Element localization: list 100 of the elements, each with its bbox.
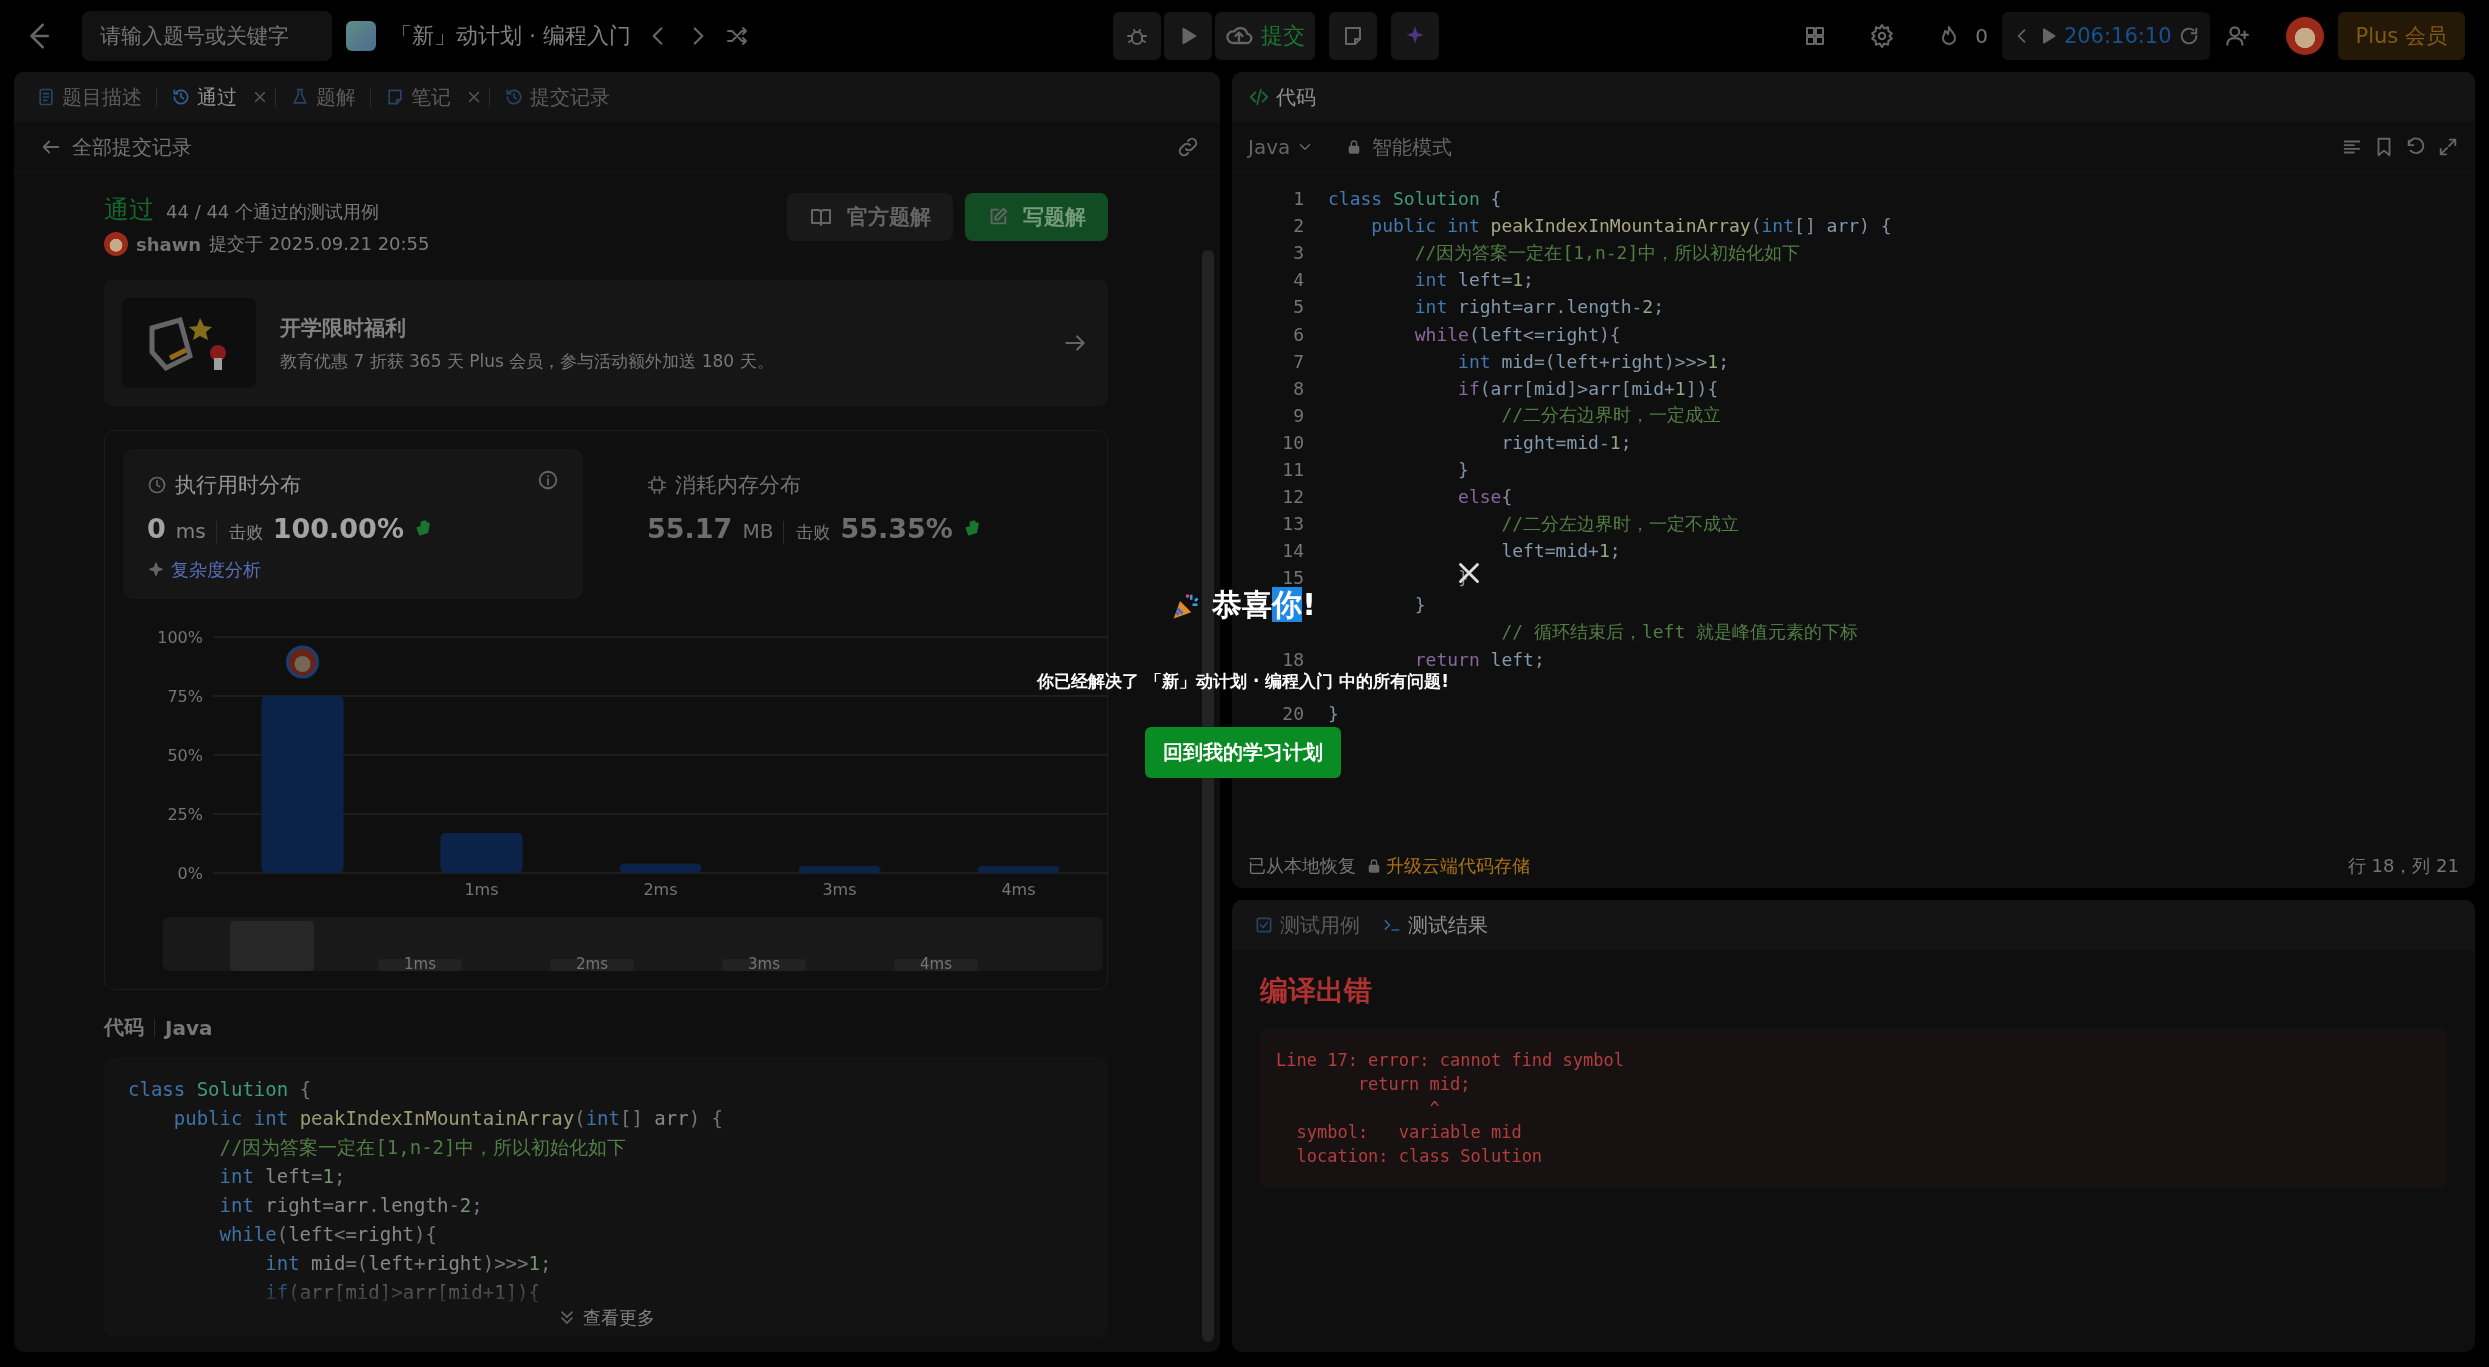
search-field[interactable]: 请输入题号或关键字	[82, 11, 332, 61]
code-line: return left;	[1413, 648, 1545, 670]
beats-value: 100.00%	[272, 513, 404, 544]
code-line: int right=arr.length-2;	[1413, 296, 1664, 318]
axis-label: 2ms	[576, 955, 608, 971]
line-number: 4	[1292, 269, 1304, 291]
stat-unit: ms	[175, 519, 206, 543]
code-line: int mid=(left+right)>>>1;	[1457, 350, 1730, 372]
error-output: Line 17: error: cannot find symbol return mid; ^ symbol: variable mid location: class Solution	[1260, 1028, 2447, 1188]
axis-label: 25%	[167, 805, 203, 824]
line-number: 13	[1281, 513, 1304, 535]
line-number: 15	[1281, 567, 1304, 589]
stat-title: 执行用时分布	[175, 472, 301, 499]
code-line: // 循环结束后，left 就是峰值元素的下标	[1500, 620, 1859, 645]
code-line: }	[1413, 594, 1426, 616]
cursor-position: 行 18，列 21	[2347, 854, 2459, 878]
tab[interactable]: 测试结果	[1374, 905, 1496, 945]
tab[interactable]: 题目描述	[28, 77, 150, 117]
code-line: if(arr[mid]>arr[mid+1]){	[264, 1280, 541, 1305]
code-line: }	[1457, 459, 1469, 480]
line-number: 2	[1292, 215, 1304, 237]
tab[interactable]: 笔记	[377, 77, 459, 117]
axis-label: 50%	[167, 746, 203, 765]
axis-label: 4ms	[920, 955, 952, 971]
back-to-plan-button[interactable]: 回到我的学习计划	[1145, 727, 1341, 778]
streak-count: 0	[1975, 24, 1988, 48]
complexity-link[interactable]: 复杂度分析	[147, 558, 559, 582]
axis-label: 2ms	[643, 880, 678, 899]
tab[interactable]: 提交记录	[496, 77, 618, 117]
line-number: 20	[1281, 702, 1304, 724]
code-line: else{	[1457, 486, 1513, 508]
stat-card[interactable]: 执行用时分布 0 ms 击败 100.00% 复杂度分析	[123, 449, 583, 599]
code-line: while(left<=right){	[218, 1222, 438, 1247]
status-label: 通过	[104, 194, 154, 226]
write-solution-button[interactable]: 写题解	[965, 193, 1108, 241]
promo-text: 教育优惠 7 折获 365 天 Plus 会员，参与活动额外加送 180 天。	[280, 349, 775, 373]
axis-label: 1ms	[464, 880, 499, 899]
tab[interactable]: 测试用例	[1246, 905, 1368, 945]
line-number: 10	[1281, 431, 1304, 453]
error-title: 编译出错	[1260, 973, 1373, 1009]
mode-label[interactable]: 智能模式	[1372, 133, 1453, 161]
plan-title[interactable]: 「新」动计划 · 编程入门	[390, 21, 631, 51]
language-label: Java	[165, 1015, 213, 1040]
axis-label: 1ms	[404, 955, 436, 971]
section-title: 代码	[104, 1014, 144, 1041]
code-line: class Solution {	[128, 1077, 313, 1102]
show-more-button[interactable]: 查看更多	[551, 1305, 661, 1331]
code-line: //因为答案一定在[1,n-2]中，所以初始化如下	[218, 1135, 628, 1160]
dialog-message: 你已经解决了 「新」动计划 · 编程入门 中的所有问题!	[1037, 670, 1449, 693]
code-line: //二分左边界时，一定不成立	[1500, 511, 1740, 536]
stat-unit: MB	[742, 519, 774, 543]
tab[interactable]: 通过	[163, 77, 245, 117]
axis-label: 3ms	[748, 955, 780, 971]
code-line: public int peakIndexInMountainArray(int[] arr) {	[172, 1106, 724, 1131]
stat-title: 消耗内存分布	[675, 472, 801, 499]
code-line: if(arr[mid]>arr[mid+1]){	[1457, 377, 1719, 399]
code-line: class Solution {	[1328, 188, 1502, 210]
plus-button[interactable]: Plus 会员	[2337, 12, 2465, 60]
line-number: 1	[1292, 188, 1304, 210]
code-line: int left=1;	[1413, 269, 1534, 291]
beats-label: 击败	[783, 521, 831, 544]
line-number: 5	[1292, 296, 1304, 318]
line-number: 3	[1292, 242, 1304, 264]
dialog-title: 恭喜你!	[1212, 586, 1316, 624]
axis-label: 100%	[157, 628, 203, 647]
line-number: 12	[1281, 486, 1304, 508]
axis-label: 0%	[177, 864, 203, 883]
stat-value: 55.17	[647, 513, 733, 544]
code-line: while(left<=right){	[1413, 323, 1621, 345]
line-number: 8	[1292, 377, 1304, 399]
stat-card[interactable]: 消耗内存分布 55.17 MB 击败 55.35%	[623, 449, 1083, 599]
test-case-count: 44 / 44 个通过的测试用例	[166, 200, 380, 224]
user-name[interactable]: shawn	[136, 233, 202, 255]
panel-title: 代码	[1276, 83, 1316, 111]
submit-time: 提交于 2025.09.21 20:55	[209, 232, 430, 256]
submit-button[interactable]: 提交	[1215, 12, 1316, 60]
beats-value: 55.35%	[840, 513, 953, 544]
code-line: int mid=(left+right)>>>1;	[264, 1251, 553, 1276]
solution-button[interactable]: 官方题解	[787, 193, 953, 241]
line-number: 11	[1281, 459, 1304, 480]
line-number: 7	[1292, 350, 1304, 372]
code-line: public int peakIndexInMountainArray(int[] arr) {	[1370, 215, 1892, 237]
promo-title: 开学限时福利	[280, 314, 407, 342]
code-line: left=mid+1;	[1500, 540, 1621, 562]
timer[interactable]: 206:16:10	[2001, 12, 2210, 60]
stat-value: 0	[147, 513, 166, 544]
code-line: int left=1;	[218, 1164, 347, 1189]
beats-label: 击败	[215, 521, 263, 544]
back-link[interactable]: 全部提交记录	[34, 132, 198, 162]
code-line: //二分右边界时，一定成立	[1500, 403, 1722, 428]
restore-status: 已从本地恢复	[1248, 854, 1356, 878]
axis-label: 4ms	[1001, 880, 1036, 899]
upgrade-link[interactable]: 升级云端代码存储	[1366, 854, 1530, 878]
axis-label: 75%	[167, 687, 203, 706]
line-number: 9	[1292, 404, 1304, 426]
tab[interactable]: 题解	[282, 77, 364, 117]
code-line: int right=arr.length-2;	[218, 1193, 484, 1218]
language-select[interactable]: Java	[1248, 135, 1315, 159]
promo-banner[interactable]: 开学限时福利 教育优惠 7 折获 365 天 Plus 会员，参与活动额外加送 180 天。	[104, 280, 1108, 406]
code-line: right=mid-1;	[1500, 431, 1632, 453]
